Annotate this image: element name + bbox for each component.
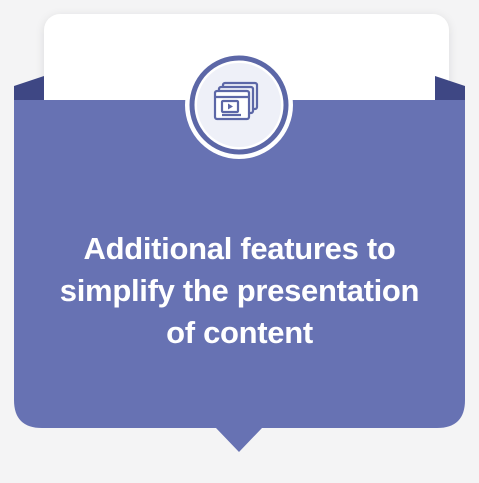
headline-line-2: simplify the presentation [59,273,420,308]
headline-line-1: Additional features to [83,231,396,266]
headline-line-3: of content [166,315,313,350]
card-headline: Additional features to simplify the pres… [30,228,449,354]
video-presentation-icon [213,81,259,121]
presentation-badge [185,51,293,159]
feature-card: Additional features to simplify the pres… [0,0,479,483]
